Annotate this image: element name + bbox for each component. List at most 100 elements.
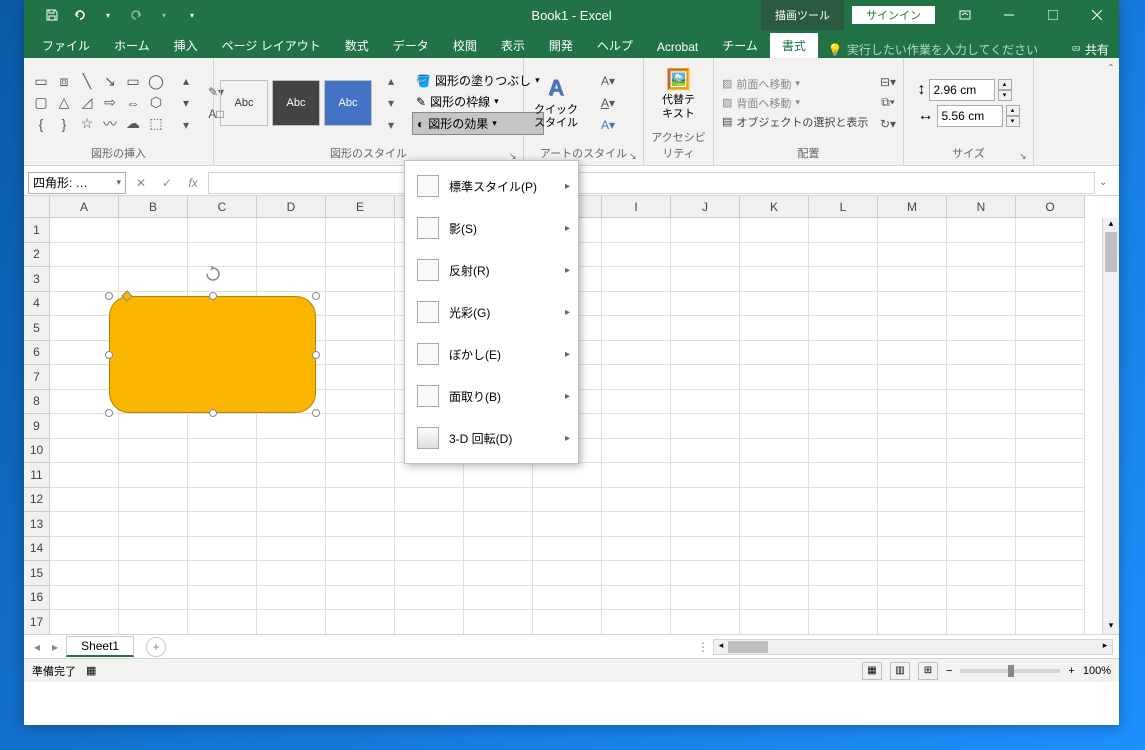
tab-acrobat[interactable]: Acrobat — [645, 36, 710, 58]
cell[interactable] — [671, 243, 740, 268]
row-header[interactable]: 9 — [24, 414, 50, 439]
style-preset-1[interactable]: Abc — [220, 80, 268, 126]
cell[interactable] — [464, 488, 533, 513]
cell[interactable] — [188, 243, 257, 268]
cell[interactable] — [740, 316, 809, 341]
cell[interactable] — [602, 414, 671, 439]
cell[interactable] — [188, 561, 257, 586]
row-headers[interactable]: 1234567891011121314151617 — [24, 218, 50, 634]
cancel-formula-icon[interactable]: ✕ — [130, 172, 152, 194]
style-preset-2[interactable]: Abc — [272, 80, 320, 126]
cell[interactable] — [1016, 537, 1085, 562]
handle-sw[interactable] — [105, 409, 113, 417]
row-header[interactable]: 1 — [24, 218, 50, 243]
cell[interactable] — [671, 292, 740, 317]
shape-cloud-icon[interactable]: ☁ — [122, 114, 144, 134]
tell-me-search[interactable]: 💡 実行したい作業を入力してください — [818, 41, 1048, 58]
cell[interactable] — [809, 488, 878, 513]
cell[interactable] — [50, 488, 119, 513]
style-scroll-down[interactable]: ▾ — [380, 93, 402, 113]
selection-pane-button[interactable]: ▤オブジェクトの選択と表示 — [718, 113, 873, 131]
cell[interactable] — [809, 586, 878, 611]
tab-insert[interactable]: 挿入 — [162, 33, 210, 58]
cell[interactable] — [1016, 267, 1085, 292]
cell[interactable] — [878, 561, 947, 586]
cell[interactable] — [326, 218, 395, 243]
row-header[interactable]: 3 — [24, 267, 50, 292]
row-header[interactable]: 13 — [24, 512, 50, 537]
cell[interactable] — [257, 243, 326, 268]
row-header[interactable]: 14 — [24, 537, 50, 562]
cell[interactable] — [1016, 365, 1085, 390]
cell[interactable] — [671, 316, 740, 341]
tab-developer[interactable]: 開発 — [537, 33, 585, 58]
cell[interactable] — [188, 414, 257, 439]
shape-freeform-icon[interactable]: 〰 — [99, 114, 121, 134]
cell[interactable] — [395, 488, 464, 513]
cell[interactable] — [740, 390, 809, 415]
cell[interactable] — [257, 218, 326, 243]
cell[interactable] — [878, 292, 947, 317]
cell[interactable] — [671, 512, 740, 537]
cell[interactable] — [947, 341, 1016, 366]
tab-formulas[interactable]: 数式 — [333, 33, 381, 58]
column-header[interactable]: I — [602, 196, 671, 218]
cell[interactable] — [809, 439, 878, 464]
maximize-button[interactable] — [1031, 0, 1075, 30]
share-button[interactable]: ⮹ 共有 — [1071, 41, 1109, 58]
cell[interactable] — [809, 243, 878, 268]
column-header[interactable]: C — [188, 196, 257, 218]
cell[interactable] — [188, 586, 257, 611]
row-header[interactable]: 2 — [24, 243, 50, 268]
cell[interactable] — [1016, 218, 1085, 243]
cell[interactable] — [947, 463, 1016, 488]
cell[interactable] — [464, 537, 533, 562]
cell[interactable] — [740, 267, 809, 292]
cell[interactable] — [464, 561, 533, 586]
cell[interactable] — [119, 414, 188, 439]
width-up[interactable]: ▴ — [1006, 105, 1020, 116]
shape-star-icon[interactable]: ☆ — [76, 114, 98, 134]
cell[interactable] — [671, 414, 740, 439]
shape-rbrace-icon[interactable]: } — [53, 114, 75, 134]
cell[interactable] — [50, 267, 119, 292]
cell[interactable] — [740, 610, 809, 634]
cell[interactable] — [809, 341, 878, 366]
cell[interactable] — [119, 439, 188, 464]
cell[interactable] — [395, 537, 464, 562]
cell[interactable] — [671, 390, 740, 415]
cell[interactable] — [947, 439, 1016, 464]
cell[interactable] — [1016, 488, 1085, 513]
cell[interactable] — [395, 512, 464, 537]
cell[interactable] — [395, 586, 464, 611]
name-box[interactable]: 四角形: … ▾ — [28, 172, 126, 194]
cell[interactable] — [740, 292, 809, 317]
cell[interactable] — [326, 586, 395, 611]
cell[interactable] — [878, 341, 947, 366]
cell[interactable] — [671, 586, 740, 611]
cell[interactable] — [602, 390, 671, 415]
handle-e[interactable] — [312, 351, 320, 359]
cell[interactable] — [740, 586, 809, 611]
cell[interactable] — [740, 537, 809, 562]
column-header[interactable]: L — [809, 196, 878, 218]
cell[interactable] — [326, 561, 395, 586]
send-backward-button[interactable]: ▨背面へ移動▾ — [718, 94, 873, 112]
shape-right-arrow-icon[interactable]: ⇨ — [99, 93, 121, 113]
cell[interactable] — [119, 561, 188, 586]
view-page-break-button[interactable]: ⊞ — [918, 662, 938, 680]
row-header[interactable]: 6 — [24, 341, 50, 366]
menu-bevel[interactable]: 面取り(B)▸ — [405, 375, 578, 417]
name-box-dropdown-icon[interactable]: ▾ — [116, 177, 121, 188]
cell[interactable] — [1016, 512, 1085, 537]
tab-help[interactable]: ヘルプ — [585, 33, 645, 58]
cell[interactable] — [809, 610, 878, 634]
cell[interactable] — [119, 488, 188, 513]
cell[interactable] — [809, 463, 878, 488]
style-more-dropdown[interactable]: ▾ — [380, 115, 402, 135]
column-header[interactable]: N — [947, 196, 1016, 218]
cell[interactable] — [395, 463, 464, 488]
text-fill-button[interactable]: A▾ — [592, 71, 624, 91]
column-header[interactable]: M — [878, 196, 947, 218]
cell[interactable] — [947, 561, 1016, 586]
